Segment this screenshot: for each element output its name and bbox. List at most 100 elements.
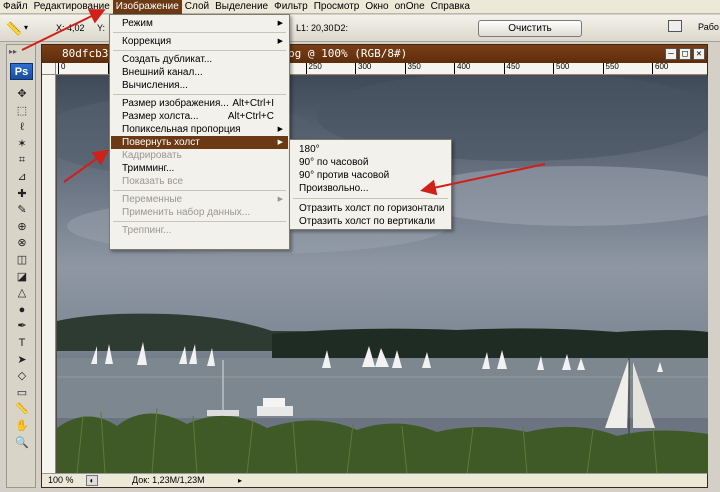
menu-item-label: Повернуть холст [122, 137, 200, 148]
move-tool-icon[interactable]: ✥ [15, 87, 29, 101]
ruler-corner [42, 63, 56, 75]
menu-window[interactable]: Окно [362, 0, 391, 14]
ruler-tick: 550 [602, 63, 619, 74]
menu-item-label: Размер холста... [122, 111, 199, 122]
status-arrow-icon[interactable]: ▸ [238, 474, 242, 487]
rotate-menu-item[interactable]: Отразить холст по горизонтали [291, 202, 450, 215]
toolbox: ▸▸ Ps ✥ ⬚ ℓ ✶ ⌗ ⊿ ✚ ✎ ⊕ ⊗ ◫ ◪ △ ● ✒ T ➤ ◇ ▭ 📏 ✋ 🔍 [6, 44, 36, 488]
pen-tool-icon[interactable]: ✒ [15, 319, 29, 333]
menu-separator [293, 198, 448, 199]
menu-item-shortcut: Alt+Ctrl+C [227, 111, 274, 122]
menu-item-label: Попиксельная пропорция [122, 124, 241, 135]
image-menu-item[interactable]: Попиксельная пропорция ▶ [111, 123, 288, 136]
document-title-left: 80dfcb3b [62, 47, 115, 60]
image-menu-item: Треппинг... [111, 224, 288, 237]
lasso-tool-icon[interactable]: ℓ [15, 120, 29, 134]
image-menu-item[interactable]: Внешний канал... [111, 66, 288, 79]
clear-button[interactable]: Очистить [478, 20, 582, 37]
rotate-menu-item[interactable]: Отразить холст по вертикали [291, 215, 450, 228]
menu-item-label: Режим [122, 18, 153, 29]
eyedropper-icon[interactable]: ⊿ [15, 170, 29, 184]
shape-tool-icon[interactable]: ◇ [15, 369, 29, 383]
measure-tool-icon[interactable]: 📏 [15, 402, 29, 416]
image-menu-item: Кадрировать [111, 149, 288, 162]
tool-preset-dropdown[interactable]: ▾ [24, 23, 28, 32]
close-icon[interactable]: ✕ [693, 48, 705, 60]
image-menu-item[interactable]: Тримминг... [111, 162, 288, 175]
ruler-tick: 400 [454, 63, 470, 74]
image-menu-item[interactable]: Режим ▶ [111, 17, 288, 30]
menu-help[interactable]: Справка [428, 0, 473, 14]
menu-item-label: Размер изображения... [122, 98, 229, 109]
menu-item-label: Тримминг... [122, 163, 175, 174]
menu-item-label: Треппинг... [122, 225, 172, 236]
path-selection-icon[interactable]: ➤ [15, 353, 29, 367]
rotate-menu-item[interactable]: 180° [291, 143, 450, 156]
rotate-menu-item[interactable]: 90° против часовой [291, 169, 450, 182]
menu-filter[interactable]: Фильтр [271, 0, 311, 14]
zoom-level[interactable]: 100 % [48, 474, 74, 487]
eraser-icon[interactable]: ◫ [15, 253, 29, 267]
submenu-arrow-icon: ▶ [277, 126, 283, 133]
image-menu-item[interactable]: Размер холста... Alt+Ctrl+C [111, 110, 288, 123]
workspace-label[interactable]: Рабо [698, 22, 719, 32]
blur-tool-icon[interactable]: △ [15, 286, 29, 300]
menu-file[interactable]: Файл [0, 0, 31, 14]
image-menu-item[interactable]: Коррекция ▶ [111, 35, 288, 48]
brush-tool-icon[interactable]: ✎ [15, 203, 29, 217]
image-menu: Режим ▶ Коррекция ▶ Создать дубликат... Внешн… [109, 14, 290, 250]
y-coordinate: Y: [97, 23, 106, 33]
menu-onone[interactable]: onOne [392, 0, 428, 14]
x-coordinate: X: 4,02 [56, 23, 85, 33]
options-bar: 📏 ▾ X: 4,02 Y: L1: 20,30 D2: Очистить Ра… [0, 15, 720, 42]
ruler-tick: 600 [652, 63, 668, 74]
menu-edit[interactable]: Редактирование [31, 0, 113, 14]
image-menu-item[interactable]: Размер изображения... Alt+Ctrl+I [111, 97, 288, 110]
menu-item-label: Коррекция [122, 36, 172, 47]
menu-item-label: Применить набор данных... [122, 207, 251, 218]
menu-item-label: Переменные [122, 194, 183, 205]
menu-view[interactable]: Просмотр [311, 0, 363, 14]
toolbox-grip-icon[interactable]: ▸▸ [9, 47, 17, 56]
image-menu-item[interactable]: Вычисления... [111, 79, 288, 92]
zoom-tool-icon[interactable]: 🔍 [15, 436, 29, 450]
document-size: Док: 1,23M/1,23M [132, 475, 205, 485]
ruler-tick: 0 [58, 63, 65, 74]
ruler-tool-icon[interactable]: 📏 [6, 21, 22, 37]
menu-image[interactable]: Изображение [112, 0, 182, 14]
history-brush-icon[interactable]: ⊗ [15, 236, 29, 250]
menu-item-shortcut: Alt+Ctrl+I [232, 98, 274, 109]
rotate-menu-item[interactable]: Произвольно... [291, 182, 450, 195]
hand-tool-icon[interactable]: ✋ [15, 419, 29, 433]
magic-wand-icon[interactable]: ✶ [15, 137, 29, 151]
type-tool-icon[interactable]: T [15, 336, 29, 350]
menu-item-label: Показать все [122, 176, 184, 187]
menu-separator [113, 94, 286, 95]
minimize-icon[interactable]: – [665, 48, 677, 60]
healing-brush-icon[interactable]: ✚ [15, 187, 29, 201]
marquee-tool-icon[interactable]: ⬚ [15, 104, 29, 118]
vertical-ruler[interactable] [42, 75, 56, 473]
image-menu-item[interactable]: Создать дубликат... [111, 53, 288, 66]
menu-separator [113, 50, 286, 51]
crop-tool-icon[interactable]: ⌗ [15, 153, 29, 167]
ruler-tick: 450 [503, 63, 520, 74]
ruler-tick: 350 [404, 63, 421, 74]
image-menu-item[interactable]: Повернуть холст ▶ [111, 136, 288, 149]
rotate-canvas-submenu: 180° 90° по часовой 90° против часовой Прои… [289, 139, 452, 230]
maximize-icon[interactable]: □ [679, 48, 691, 60]
rotate-menu-item[interactable]: 90° по часовой [291, 156, 450, 169]
ruler-tick: 300 [355, 63, 371, 74]
menu-select[interactable]: Выделение [212, 0, 271, 14]
paint-bucket-icon[interactable]: ◪ [15, 270, 29, 284]
clone-stamp-icon[interactable]: ⊕ [15, 220, 29, 234]
palette-icon[interactable] [668, 20, 682, 32]
menu-item-label: Вычисления... [122, 80, 188, 91]
image-menu-item: Переменные ▶ [111, 193, 288, 206]
notes-tool-icon[interactable]: ▭ [15, 386, 29, 400]
ps-logo[interactable]: Ps [10, 63, 33, 80]
dodge-tool-icon[interactable]: ● [15, 303, 29, 317]
status-menu-icon[interactable]: ◐ [86, 475, 98, 486]
menu-item-label: Внешний канал... [122, 67, 203, 78]
menu-layer[interactable]: Слой [182, 0, 212, 14]
